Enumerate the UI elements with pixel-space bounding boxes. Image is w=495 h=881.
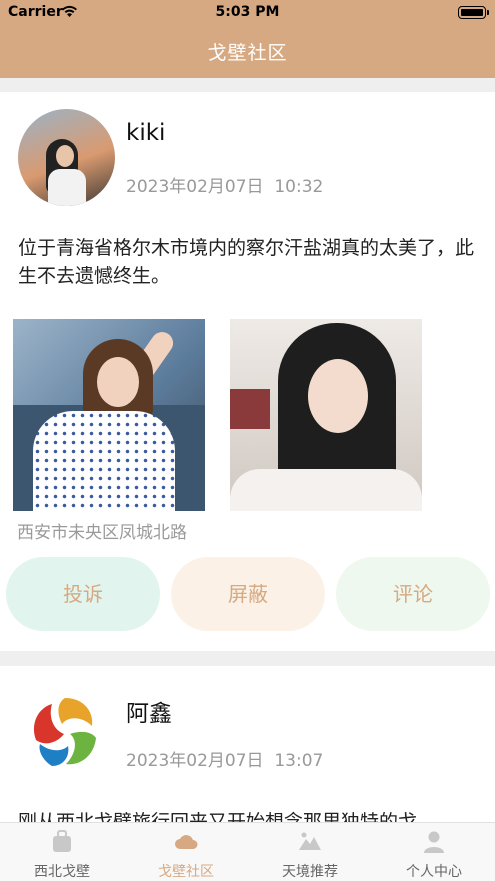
post-content: 位于青海省格尔木市境内的察尔汗盐湖真的太美了，此生不去遗憾终生。: [18, 237, 475, 287]
page-title: 戈壁社区: [207, 42, 288, 64]
tab-label: 西北戈壁: [34, 864, 90, 880]
tab-label: 个人中心: [406, 864, 462, 880]
complain-button[interactable]: 投诉: [6, 557, 160, 631]
mountain-picture-icon: [299, 832, 321, 850]
bag-icon: [53, 830, 71, 852]
post-date: 2023年02月07日: [126, 177, 264, 197]
app-header: Carrier 5:03 PM 戈壁社区: [0, 0, 495, 78]
tab-bar: 西北戈壁 戈壁社区 天境推荐 个人中心: [0, 822, 495, 881]
post-photo[interactable]: [230, 319, 422, 511]
swirl-logo-icon: [33, 698, 96, 766]
cloud-icon: [175, 835, 198, 849]
post-card: kiki 2023年02月07日 10:32 位于青海省格尔木市境内的察尔汗盐湖…: [0, 92, 495, 651]
tab-personal-center[interactable]: 个人中心: [372, 823, 495, 881]
post-time: 13:07: [274, 751, 324, 771]
post-datetime: 2023年02月07日 10:32: [126, 172, 323, 197]
tab-northwest-gobi[interactable]: 西北戈壁: [0, 823, 124, 881]
post-username[interactable]: 阿鑫: [126, 694, 172, 728]
avatar[interactable]: [22, 690, 108, 776]
battery-icon: [458, 6, 489, 19]
post-datetime: 2023年02月07日 13:07: [126, 746, 323, 771]
block-button[interactable]: 屏蔽: [171, 557, 325, 631]
status-time: 5:03 PM: [215, 4, 280, 20]
post-photo[interactable]: [13, 319, 205, 511]
tab-gobi-community[interactable]: 戈壁社区: [124, 823, 248, 881]
post-location: 西安市未央区凤城北路: [17, 523, 187, 543]
post-card: 阿鑫 2023年02月07日 13:07 刚从西北戈壁旅行回来又开始想念那里独特…: [0, 666, 495, 833]
post-username[interactable]: kiki: [126, 120, 165, 146]
post-time: 10:32: [274, 177, 324, 197]
status-bar: Carrier 5:03 PM: [0, 0, 495, 26]
tab-label: 天境推荐: [282, 864, 338, 880]
post-date: 2023年02月07日: [126, 751, 264, 771]
person-icon: [424, 831, 444, 853]
tab-tianjing-recommend[interactable]: 天境推荐: [248, 823, 372, 881]
avatar[interactable]: [18, 109, 115, 206]
tab-label: 戈壁社区: [158, 864, 214, 880]
comment-button[interactable]: 评论: [336, 557, 490, 631]
